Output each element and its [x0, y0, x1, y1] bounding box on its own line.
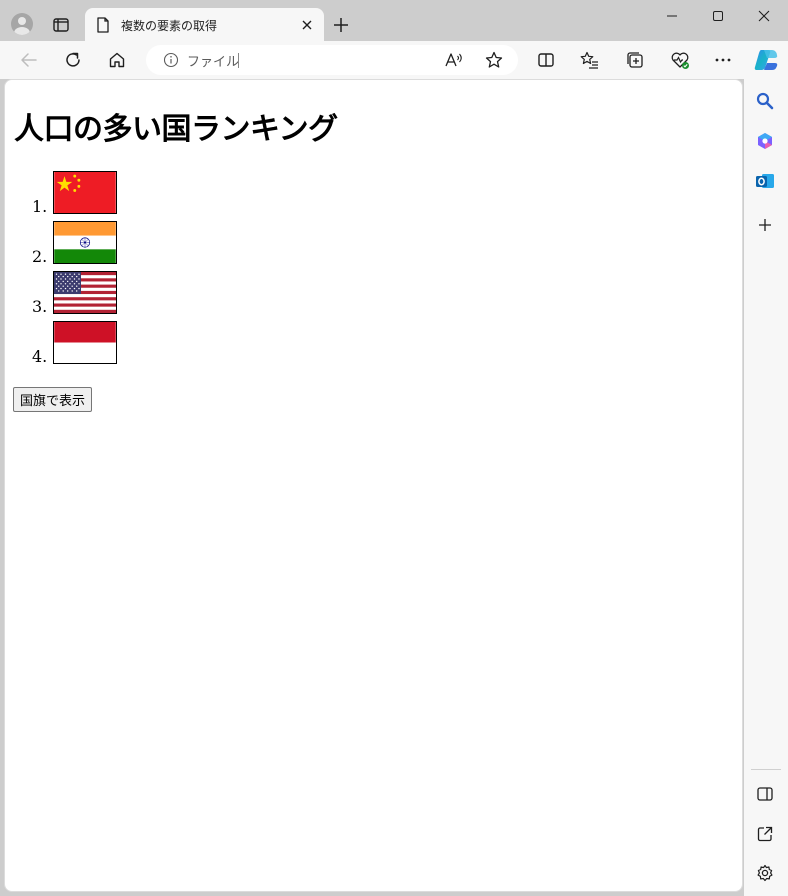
add-sidebar-app-icon[interactable] [755, 215, 775, 235]
indonesia-flag-image [53, 321, 117, 364]
page-title: 人口の多い国ランキング [14, 112, 338, 147]
india-flag-image [53, 221, 117, 264]
maximize-icon[interactable] [710, 8, 726, 24]
usa-flag-image [53, 271, 117, 314]
navigation-toolbar: ファイル [0, 41, 788, 79]
tab-title: 複数の要素の取得 [121, 19, 218, 33]
show-flags-button[interactable]: 国旗で表示 [13, 387, 93, 412]
hide-sidebar-icon[interactable] [755, 784, 775, 804]
site-info-icon[interactable] [163, 52, 179, 68]
split-screen-icon[interactable] [536, 50, 556, 70]
rank-number: 4. [32, 347, 48, 366]
profile-avatar-icon[interactable] [11, 13, 33, 35]
open-in-window-icon[interactable] [755, 824, 775, 844]
sidebar-divider [751, 769, 781, 770]
rank-number: 2. [32, 247, 48, 266]
china-flag-image [53, 171, 117, 214]
close-tab-icon[interactable] [299, 17, 315, 33]
read-aloud-icon[interactable] [444, 50, 464, 70]
minimize-icon[interactable] [664, 8, 680, 24]
rank-number: 1. [32, 197, 48, 216]
rank-number: 3. [32, 297, 48, 316]
title-bar: 複数の要素の取得 [0, 0, 788, 42]
settings-gear-icon[interactable] [755, 863, 775, 883]
favorite-star-icon[interactable] [484, 50, 504, 70]
address-bar[interactable]: ファイル [146, 45, 518, 75]
collections-icon[interactable] [625, 50, 645, 70]
active-tab[interactable]: 複数の要素の取得 [85, 8, 324, 42]
microsoft-365-icon[interactable] [755, 131, 775, 151]
address-scheme-label: ファイル [187, 55, 240, 70]
home-icon[interactable] [107, 50, 127, 70]
tab-actions-icon[interactable] [51, 15, 71, 35]
page-viewport: 人口の多い国ランキング 1. 2. 3. 4. 国旗で表示 [4, 79, 743, 892]
favorites-list-icon[interactable] [580, 50, 600, 70]
outlook-icon[interactable] [755, 171, 775, 191]
refresh-icon[interactable] [63, 50, 83, 70]
copilot-icon[interactable] [753, 47, 779, 73]
back-icon[interactable] [19, 50, 39, 70]
more-options-icon[interactable] [713, 50, 733, 70]
browser-essentials-icon[interactable] [670, 50, 690, 70]
edge-sidebar [744, 79, 788, 896]
close-window-icon[interactable] [756, 8, 772, 24]
search-icon[interactable] [755, 91, 775, 111]
new-tab-icon[interactable] [332, 16, 350, 34]
document-icon [97, 17, 109, 33]
address-separator [238, 53, 239, 68]
